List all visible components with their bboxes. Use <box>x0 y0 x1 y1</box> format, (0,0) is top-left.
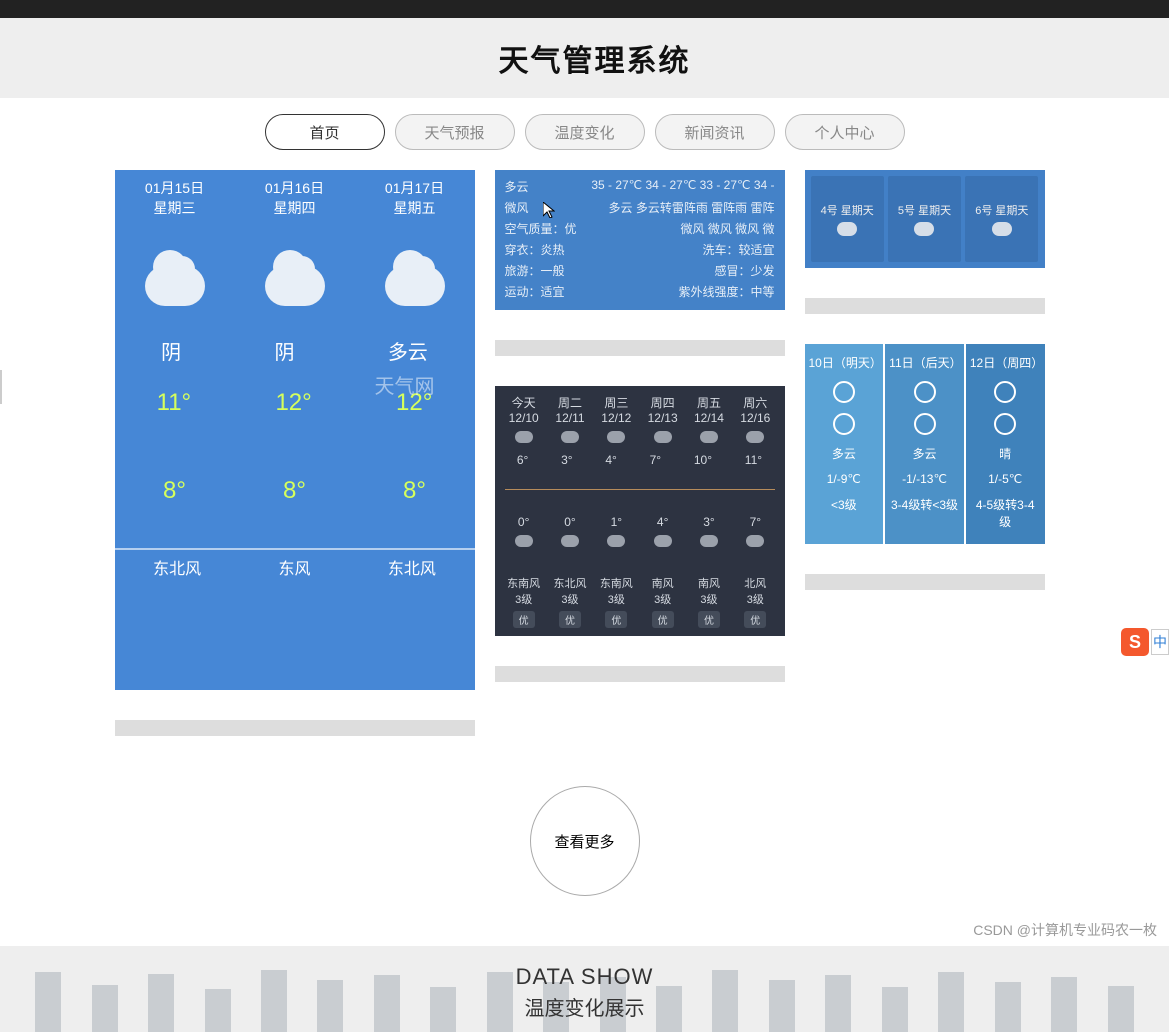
cloud-icon <box>385 266 445 306</box>
weather-icon <box>914 222 934 236</box>
ime-mode: 中 <box>1151 629 1169 655</box>
data-show-title: DATA SHOW <box>0 964 1169 990</box>
caption-placeholder <box>805 574 1045 590</box>
weather-card-info[interactable]: 多云35 - 27℃ 34 - 27℃ 33 - 27℃ 34 - 微风多云 多… <box>495 170 785 310</box>
gallery: 01月15日星期三 01月16日星期四 01月17日星期五 天气网 阴 阴 多云… <box>115 170 1055 896</box>
temp-line-chart <box>505 489 775 519</box>
gallery-col-1: 01月15日星期三 01月16日星期四 01月17日星期五 天气网 阴 阴 多云… <box>115 170 475 736</box>
csdn-watermark: CSDN @计算机专业码农一枚 <box>973 920 1157 940</box>
main-nav: 首页 天气预报 温度变化 新闻资讯 个人中心 <box>0 98 1169 170</box>
weather-icon <box>992 222 1012 236</box>
watermark-logo: 天气网 <box>375 370 435 399</box>
weather-icon <box>914 381 936 403</box>
gallery-col-3: 4号 星期天 5号 星期天 6号 星期天 10日（明天） 多云 1/-9℃ <3… <box>805 170 1045 590</box>
caption-placeholder <box>495 666 785 682</box>
view-more-button[interactable]: 查看更多 <box>530 786 640 896</box>
page-title: 天气管理系统 <box>20 36 1169 80</box>
weather-card-large[interactable]: 01月15日星期三 01月16日星期四 01月17日星期五 天气网 阴 阴 多云… <box>115 170 475 690</box>
tab-profile[interactable]: 个人中心 <box>785 114 905 150</box>
weather-icon <box>833 413 855 435</box>
top-bar <box>0 0 1169 18</box>
caption-placeholder <box>495 340 785 356</box>
cursor-icon <box>543 202 555 218</box>
gallery-col-2: 多云35 - 27℃ 34 - 27℃ 33 - 27℃ 34 - 微风多云 多… <box>495 170 785 682</box>
weather-icon <box>914 413 936 435</box>
tab-news[interactable]: 新闻资讯 <box>655 114 775 150</box>
prev-thumb[interactable] <box>0 370 10 410</box>
moon-icon <box>994 413 1016 435</box>
ime-badge[interactable]: S 中 <box>1121 628 1169 656</box>
weather-card-3day[interactable]: 10日（明天） 多云 1/-9℃ <3级 11日（后天） 多云 -1/-13℃ … <box>805 344 1045 544</box>
weather-icon <box>833 381 855 403</box>
weather-icon <box>837 222 857 236</box>
data-show-section: DATA SHOW 温度变化展示 <box>0 946 1169 1032</box>
header: 天气管理系统 <box>0 18 1169 98</box>
weather-icon <box>994 381 1016 403</box>
tab-temperature[interactable]: 温度变化 <box>525 114 645 150</box>
cloud-icon <box>145 266 205 306</box>
data-show-subtitle: 温度变化展示 <box>0 992 1169 1021</box>
sogou-icon: S <box>1121 628 1149 656</box>
weather-card-week[interactable]: 今天12/10 周二12/11 周三12/12 周四12/13 周五12/14 … <box>495 386 785 636</box>
caption-placeholder <box>115 720 475 736</box>
tab-forecast[interactable]: 天气预报 <box>395 114 515 150</box>
caption-placeholder <box>805 298 1045 314</box>
tab-home[interactable]: 首页 <box>265 114 385 150</box>
weather-card-mini[interactable]: 4号 星期天 5号 星期天 6号 星期天 <box>805 170 1045 268</box>
cloud-icon <box>265 266 325 306</box>
